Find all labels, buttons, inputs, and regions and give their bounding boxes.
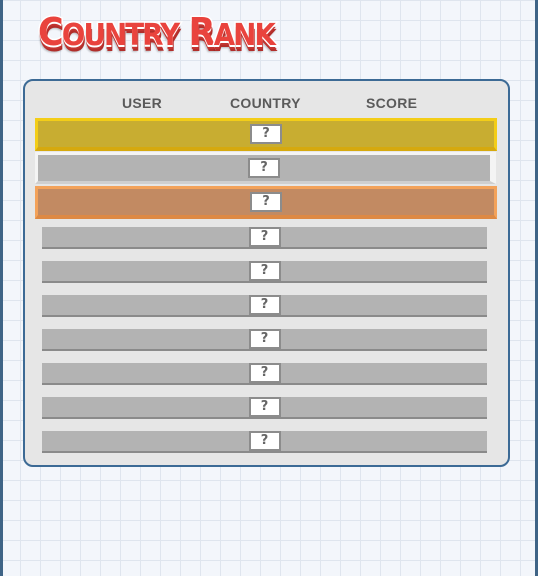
title-text: OUNTRY: [60, 17, 181, 55]
column-header-score: SCORE: [366, 95, 418, 111]
rank-row-10[interactable]: ?: [42, 431, 487, 453]
rank-row-7[interactable]: ?: [42, 329, 487, 351]
unknown-flag-icon: ?: [248, 158, 280, 178]
unknown-flag-icon: ?: [248, 227, 281, 247]
unknown-flag-icon: ?: [250, 124, 282, 144]
title-text: ANK: [212, 17, 277, 55]
rank-row-6[interactable]: ?: [42, 295, 487, 317]
rank-row-8[interactable]: ?: [42, 363, 487, 385]
unknown-flag-icon: ?: [248, 295, 281, 315]
column-header-user: USER: [122, 95, 163, 111]
rank-row-5[interactable]: ?: [42, 261, 487, 283]
unknown-flag-icon: ?: [248, 397, 281, 417]
page-title: COUNTRY RANK: [37, 9, 278, 56]
unknown-flag-icon: ?: [248, 329, 281, 349]
rank-row-4[interactable]: ?: [42, 227, 487, 249]
rank-row-9[interactable]: ?: [42, 397, 487, 419]
rank-row-3[interactable]: ?: [35, 186, 497, 219]
column-header-country: COUNTRY: [230, 95, 301, 111]
unknown-flag-icon: ?: [250, 192, 282, 212]
left-edge: [0, 0, 3, 576]
unknown-flag-icon: ?: [248, 363, 281, 383]
title-letter: C: [37, 9, 65, 56]
rank-row-2[interactable]: ?: [35, 152, 496, 184]
ranking-panel: USER COUNTRY SCORE ? ? ? ? ? ? ? ? ? ?: [23, 79, 510, 467]
title-letter: R: [187, 9, 217, 56]
unknown-flag-icon: ?: [248, 261, 281, 281]
rank-row-1[interactable]: ?: [35, 118, 497, 151]
unknown-flag-icon: ?: [248, 431, 281, 451]
